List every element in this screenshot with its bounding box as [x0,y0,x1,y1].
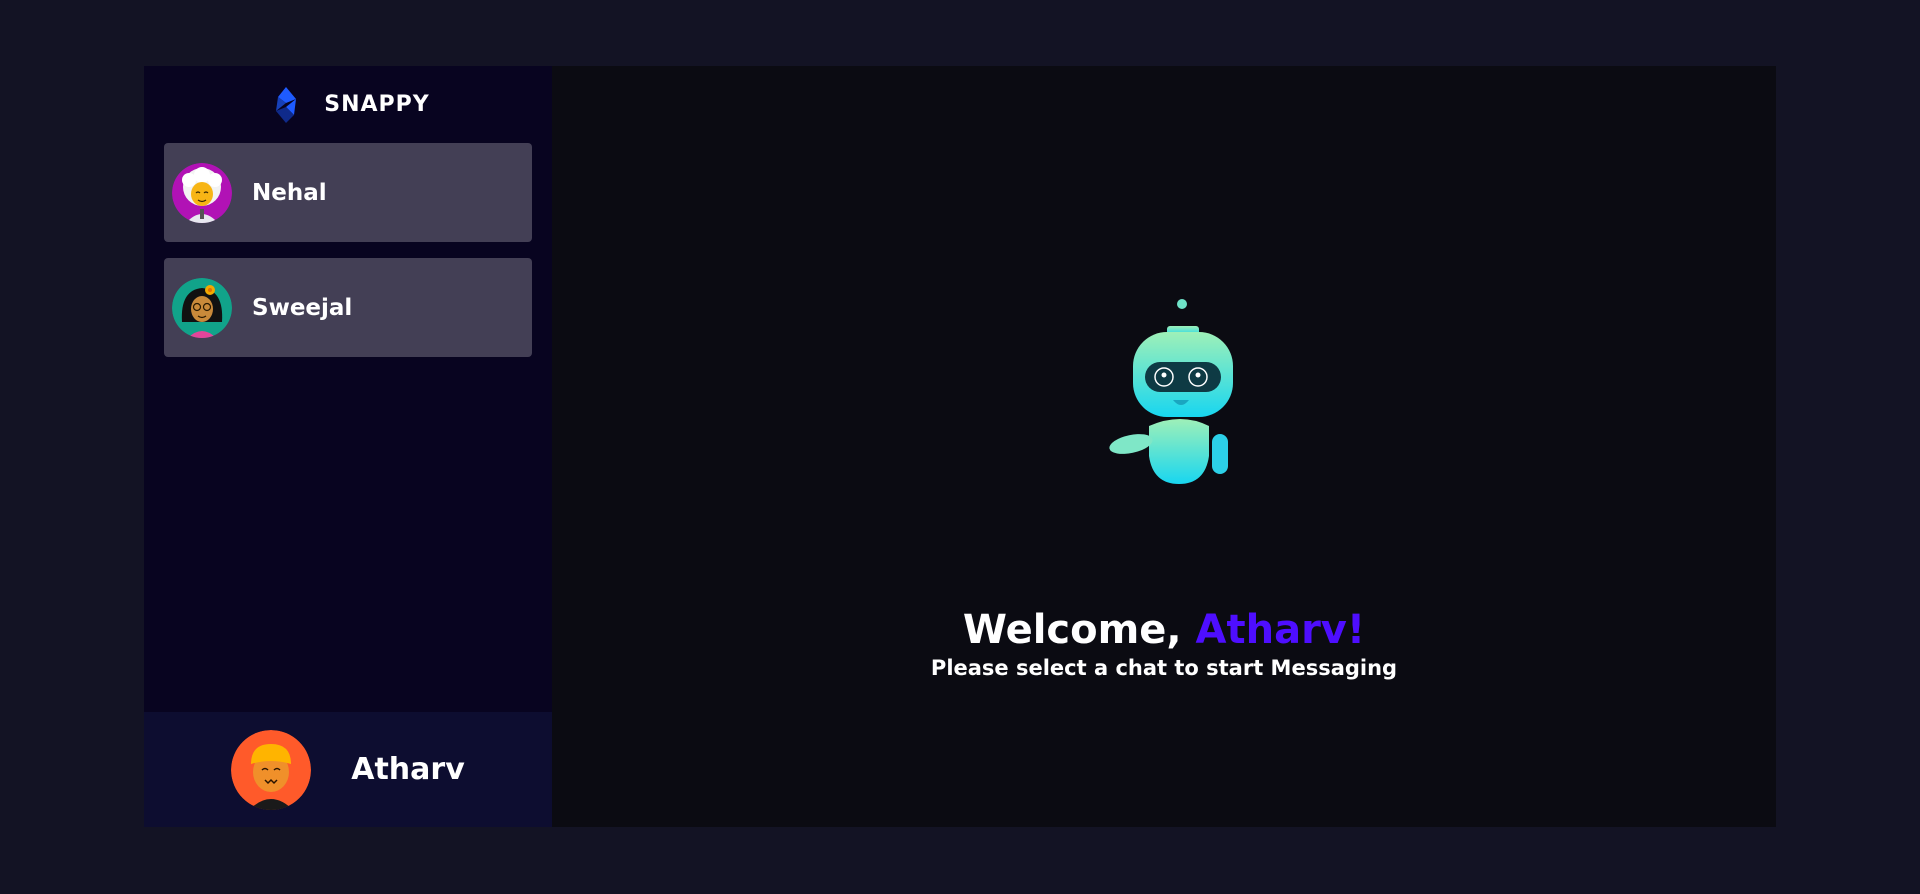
contact-item-sweejal[interactable]: Sweejal [164,258,532,357]
woman-glasses-flower-avatar-icon [172,277,232,338]
brand-header: SNAPPY [144,66,552,143]
welcome-heading: Welcome, Atharv! [552,606,1776,654]
snappy-logo-icon [276,86,297,123]
contact-name: Nehal [252,179,327,206]
current-user-name: Atharv [351,752,465,787]
robot-mascot-icon [1109,299,1233,484]
current-user-panel: Atharv [144,712,552,827]
welcome-subtitle: Please select a chat to start Messaging [930,656,1398,680]
contacts-sidebar: SNAPPY Nehal Sweejal Atharv [144,66,552,827]
welcome-message: Welcome, Atharv! Please select a chat to… [552,606,1776,682]
woman-white-hair-avatar-icon [172,162,232,223]
contact-list: Nehal Sweejal [144,143,552,712]
boy-orange-hair-avatar-icon [231,729,312,810]
brand-name: SNAPPY [324,92,430,117]
contact-item-nehal[interactable]: Nehal [164,143,532,242]
chat-app: SNAPPY Nehal Sweejal Atharv Welcome, Ath… [144,66,1776,827]
contact-name: Sweejal [252,294,353,321]
welcome-greeting: Welcome, [962,607,1196,653]
welcome-panel: Welcome, Atharv! Please select a chat to… [552,66,1776,827]
welcome-username: Atharv! [1195,607,1366,653]
